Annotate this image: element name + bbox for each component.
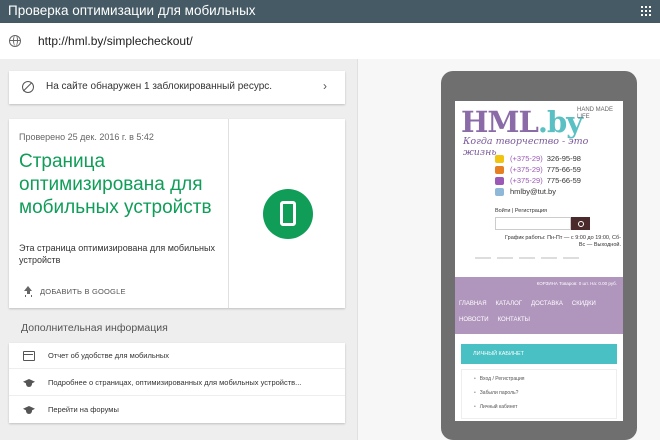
phone-icon [495,154,504,163]
site-cabinet-header: ЛИЧНЫЙ КАБИНЕТ [461,344,617,364]
smartphone-icon [280,201,296,226]
blocked-resources-card[interactable]: На сайте обнаружен 1 заблокированный рес… [9,71,345,104]
site-menu: КОРЗИНА Товаров: 0 шт. На: 0.00 руб. ГЛА… [455,277,623,334]
site-cart: КОРЗИНА Товаров: 0 шт. На: 0.00 руб. [536,281,617,286]
divider [228,119,229,308]
site-search [495,217,591,230]
preview-panel: HML.by HAND MADE LIFE Когда творчество -… [357,59,660,440]
site-login-link: Войти | Регистрация [495,208,548,214]
result-headline: Страница оптимизирована для мобильных ус… [19,151,212,218]
url-bar: http://hml.by/simplecheckout/ [0,23,660,59]
site-breadcrumbs [475,257,623,262]
add-to-google-label: ДОБАВИТЬ В GOOGLE [40,286,126,296]
results-panel: На сайте обнаружен 1 заблокированный рес… [0,59,357,440]
list-item[interactable]: Перейти на форумы [9,397,345,423]
mail-icon [495,187,504,196]
phone-line: (+375-29) 775-66-59 [495,175,581,186]
site-hours: График работы: Пн-Пт — с 9:00 до 19:00, … [505,235,621,248]
list-item[interactable]: Отчет об удобстве для мобильных [9,343,345,369]
test-date: Проверено 25 дек. 2016 г. в 5:42 [19,132,154,142]
logo-tagline: HAND MADE LIFE [577,107,614,120]
blocked-resources-text: На сайте обнаружен 1 заблокированный рес… [46,81,273,92]
phone-line: (+375-29) 326-95-98 [495,153,581,164]
mobile-friendly-badge [263,189,313,239]
email-line: hmlby@tut.by [495,186,581,197]
tested-url[interactable]: http://hml.by/simplecheckout/ [38,34,193,48]
phone-icon [495,165,504,174]
site-side-list: Вход / Регистрация Забыли пароль? Личный… [461,369,617,419]
app-header: Проверка оптимизации для мобильных [0,0,660,23]
search-icon [571,217,590,230]
result-subtext: Эта страница оптимизирована для мобильны… [19,243,215,265]
upload-icon [23,286,33,296]
more-info-list: Отчет об удобстве для мобильных Подробне… [9,343,345,423]
list-item[interactable]: Подробнее о страницах, оптимизированных … [9,370,345,396]
blocked-icon [22,81,34,93]
list-item-label: Перейти на форумы [48,405,119,414]
graduation-cap-icon [23,405,35,415]
chevron-right-icon[interactable]: › [323,79,327,93]
more-info-heading: Дополнительная информация [21,322,168,334]
add-to-google-button[interactable]: ДОБАВИТЬ В GOOGLE [23,284,126,298]
result-card: Проверено 25 дек. 2016 г. в 5:42 Страниц… [9,119,345,308]
app-title: Проверка оптимизации для мобильных [8,3,256,18]
site-contacts: (+375-29) 326-95-98 (+375-29) 775-66-59 (+… [495,153,581,197]
apps-grid-icon[interactable] [641,6,651,16]
report-icon [23,351,35,361]
phone-line: (+375-29) 775-66-59 [495,164,581,175]
list-item-label: Подробнее о страницах, оптимизированных … [48,378,302,387]
graduation-cap-icon [23,378,35,388]
page-screenshot[interactable]: HML.by HAND MADE LIFE Когда творчество -… [455,101,623,421]
phone-icon [495,176,504,185]
phone-frame: HML.by HAND MADE LIFE Когда творчество -… [441,71,637,440]
globe-icon [9,35,21,47]
list-item-label: Отчет об удобстве для мобильных [48,351,170,360]
